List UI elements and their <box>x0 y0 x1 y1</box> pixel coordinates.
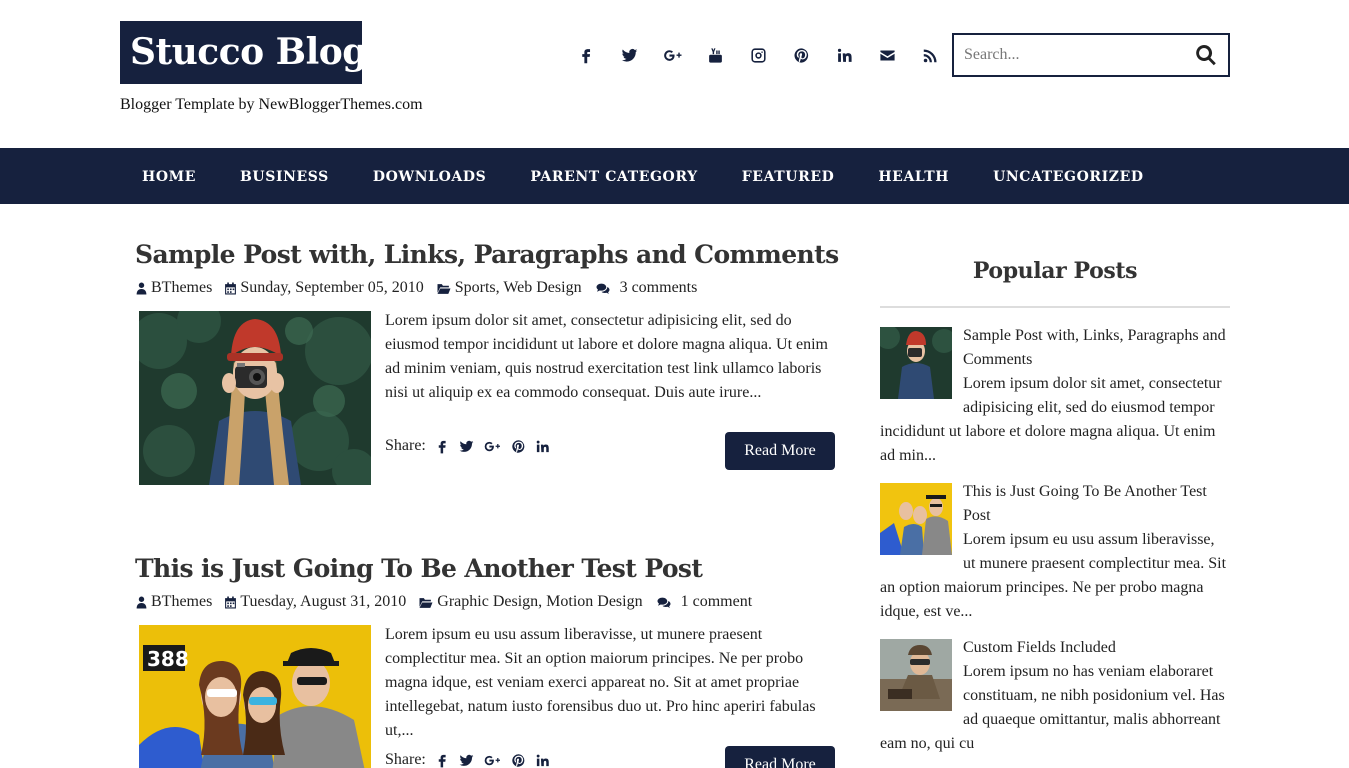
comments-icon <box>655 596 673 609</box>
post-meta: BThemes Sunday, September 05, 2010 Sport… <box>135 279 835 297</box>
twitter-icon[interactable] <box>608 40 651 70</box>
post-excerpt: Lorem ipsum eu usu assum liberavisse, ut… <box>385 626 816 739</box>
popular-post-thumbnail[interactable] <box>880 483 952 555</box>
search-box <box>952 33 1230 77</box>
linkedin-icon[interactable] <box>823 40 866 70</box>
search-input[interactable] <box>954 35 1184 75</box>
popular-post-item: Sample Post with, Links, Paragraphs and … <box>880 324 1230 468</box>
post-author[interactable]: BThemes <box>151 593 212 611</box>
calendar-icon <box>224 596 237 609</box>
post-excerpt: Lorem ipsum dolor sit amet, consectetur … <box>385 312 828 401</box>
post-thumbnail[interactable] <box>139 311 371 485</box>
post-date: Sunday, September 05, 2010 <box>240 279 424 296</box>
instagram-icon[interactable] <box>737 40 780 70</box>
user-icon <box>135 282 148 295</box>
email-icon[interactable] <box>866 40 909 70</box>
rss-icon[interactable] <box>909 40 952 70</box>
post-meta: BThemes Tuesday, August 31, 2010 Graphic… <box>135 593 835 611</box>
post-comments-link[interactable]: 3 comments <box>620 279 698 297</box>
jersey-number: 388 <box>147 647 189 671</box>
share-label: Share: <box>385 437 426 454</box>
nav-item-uncategorized[interactable]: UNCATEGORIZED <box>971 148 1166 204</box>
post-title[interactable]: Sample Post with, Links, Paragraphs and … <box>135 240 839 269</box>
share-bar: Share: <box>385 751 550 768</box>
share-facebook-icon[interactable] <box>435 753 450 768</box>
post-body: Lorem ipsum dolor sit amet, consectetur … <box>135 311 835 486</box>
post-categories[interactable]: Graphic Design, Motion Design <box>437 593 642 611</box>
popular-post-item: Custom Fields Included Lorem ipsum no ha… <box>880 636 1230 756</box>
youtube-icon[interactable] <box>694 40 737 70</box>
main-nav: HOME BUSINESS DOWNLOADS PARENT CATEGORY … <box>0 148 1349 204</box>
comments-icon <box>594 282 612 295</box>
post-author[interactable]: BThemes <box>151 279 212 297</box>
search-icon[interactable] <box>1194 43 1218 67</box>
popular-post-thumbnail[interactable] <box>880 327 952 399</box>
post-categories[interactable]: Sports, Web Design <box>455 279 582 297</box>
folder-icon <box>436 282 452 295</box>
post-body: 388 Lorem ipsum eu usu assum liberavisse… <box>135 625 835 768</box>
calendar-icon <box>224 282 237 295</box>
share-pinterest-icon[interactable] <box>511 439 526 454</box>
user-icon <box>135 596 148 609</box>
site-logo[interactable]: Stucco Blog <box>120 21 362 84</box>
sidebar: Popular Posts Sample Post with, Links, P… <box>880 258 1230 756</box>
share-google-plus-icon[interactable] <box>483 753 502 768</box>
popular-posts-title: Popular Posts <box>972 258 1138 284</box>
folder-icon <box>418 596 434 609</box>
share-linkedin-icon[interactable] <box>535 439 550 454</box>
site-tagline: Blogger Template by NewBloggerThemes.com <box>120 96 423 113</box>
share-linkedin-icon[interactable] <box>535 753 550 768</box>
read-more-button[interactable]: Read More <box>725 432 835 470</box>
post-article: This is Just Going To Be Another Test Po… <box>135 554 835 768</box>
share-facebook-icon[interactable] <box>435 439 450 454</box>
nav-item-parent-category[interactable]: PARENT CATEGORY <box>508 148 719 204</box>
nav-item-home[interactable]: HOME <box>120 148 218 204</box>
nav-item-business[interactable]: BUSINESS <box>218 148 351 204</box>
share-label: Share: <box>385 751 426 768</box>
nav-item-health[interactable]: HEALTH <box>856 148 971 204</box>
nav-item-downloads[interactable]: DOWNLOADS <box>351 148 508 204</box>
post-title[interactable]: This is Just Going To Be Another Test Po… <box>135 554 835 583</box>
share-pinterest-icon[interactable] <box>511 753 526 768</box>
nav-item-featured[interactable]: FEATURED <box>720 148 857 204</box>
pinterest-icon[interactable] <box>780 40 823 70</box>
share-twitter-icon[interactable] <box>459 439 474 454</box>
post-comments-link[interactable]: 1 comment <box>681 593 753 611</box>
share-bar: Share: <box>385 437 550 455</box>
post-date: Tuesday, August 31, 2010 <box>240 593 407 610</box>
read-more-button[interactable]: Read More <box>725 746 835 768</box>
post-article: Sample Post with, Links, Paragraphs and … <box>135 240 839 486</box>
share-google-plus-icon[interactable] <box>483 439 502 454</box>
site-header: Stucco Blog Blogger Template by NewBlogg… <box>0 0 1349 148</box>
share-twitter-icon[interactable] <box>459 753 474 768</box>
social-icons <box>565 40 952 70</box>
divider <box>880 306 1230 308</box>
google-plus-icon[interactable] <box>651 40 694 70</box>
facebook-icon[interactable] <box>565 40 608 70</box>
popular-post-thumbnail[interactable] <box>880 639 952 711</box>
popular-post-item: This is Just Going To Be Another Test Po… <box>880 480 1230 624</box>
post-thumbnail[interactable]: 388 <box>139 625 371 768</box>
